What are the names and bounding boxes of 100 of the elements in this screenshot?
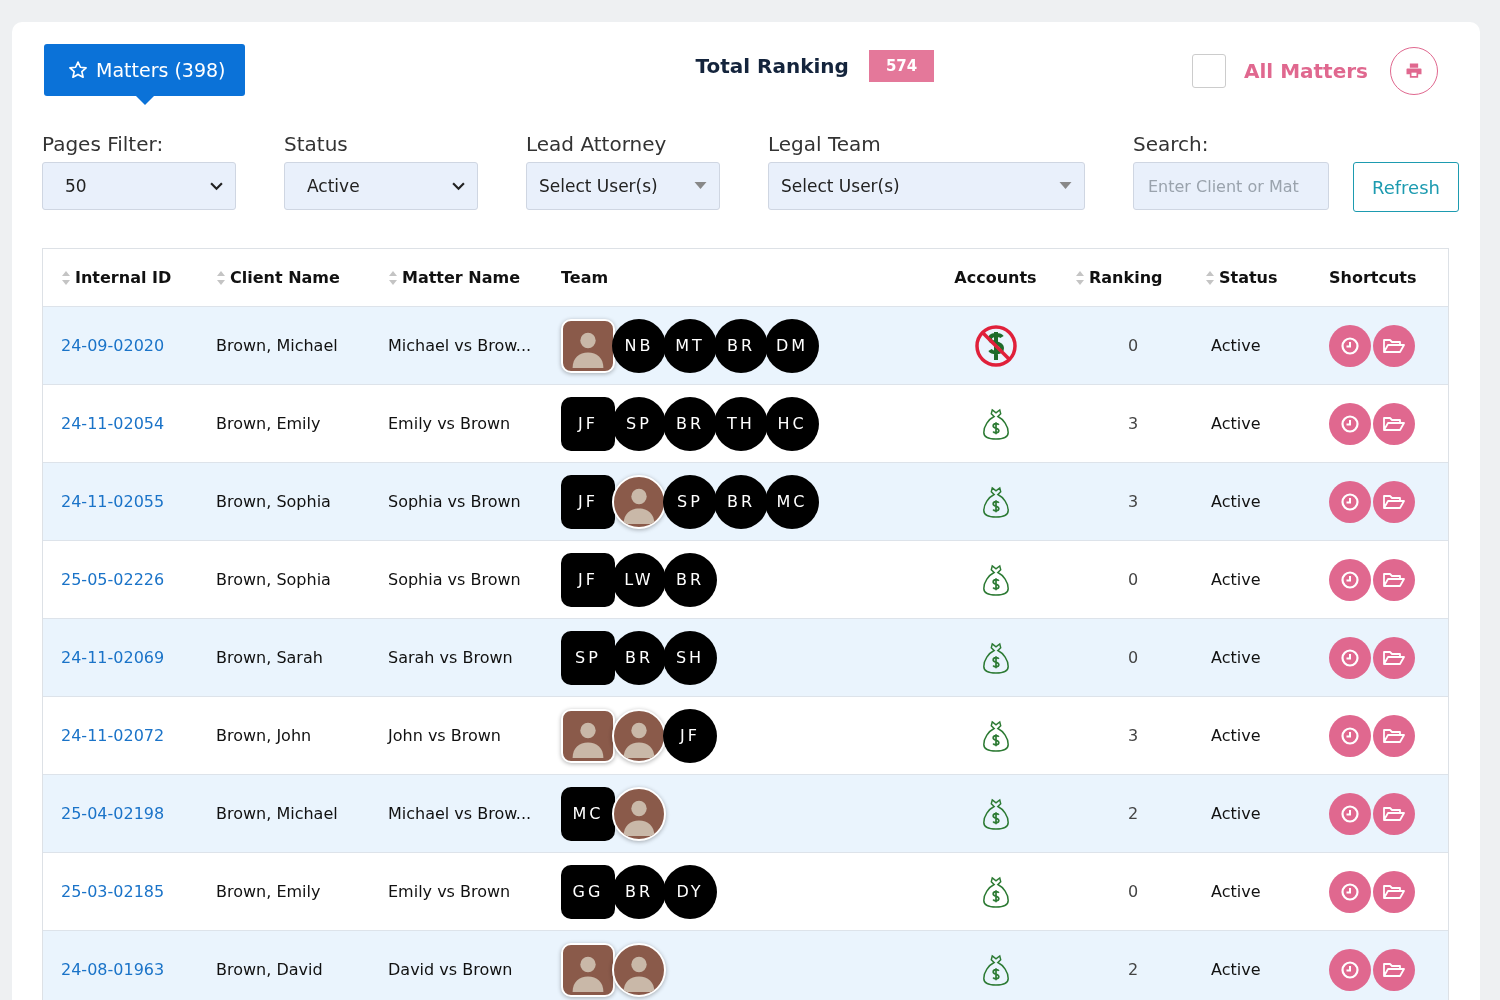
avatar-placeholder[interactable] xyxy=(612,708,666,763)
team-member-initials[interactable]: HC xyxy=(765,396,819,451)
money-bag-icon[interactable] xyxy=(980,640,1011,675)
money-bag-icon[interactable] xyxy=(980,718,1011,753)
ranking-value: 0 xyxy=(1128,648,1139,667)
team-member-initials[interactable]: BR xyxy=(663,552,717,607)
avatar-placeholder[interactable] xyxy=(612,474,666,529)
client-name: Brown, John xyxy=(216,726,312,745)
team-member-initials[interactable]: NB xyxy=(612,318,666,373)
money-bag-icon[interactable] xyxy=(980,484,1011,519)
sort-icon[interactable] xyxy=(216,269,226,286)
team-member-initials[interactable]: BR xyxy=(663,396,717,451)
team-member-initials[interactable]: BR xyxy=(612,864,666,919)
team-member-initials[interactable]: MT xyxy=(663,318,717,373)
avatar-placeholder[interactable] xyxy=(561,942,615,997)
matter-id-link[interactable]: 24-11-02055 xyxy=(61,492,165,511)
filter-label: Legal Team xyxy=(768,132,882,156)
client-name: Brown, Emily xyxy=(216,882,321,901)
money-bag-icon[interactable] xyxy=(980,796,1011,831)
ranking-value: 2 xyxy=(1128,804,1139,823)
money-bag-icon[interactable] xyxy=(980,952,1011,987)
team-member-initials[interactable]: JF xyxy=(561,396,615,451)
star-icon xyxy=(68,60,88,80)
folder-button[interactable] xyxy=(1373,636,1415,679)
team-member-initials[interactable]: DM xyxy=(765,318,819,373)
matter-name: Sophia vs Brown xyxy=(388,570,521,589)
matter-name: Sarah vs Brown xyxy=(388,648,513,667)
user-select-dropdown[interactable]: Select User(s) xyxy=(526,162,720,210)
clock-button[interactable] xyxy=(1329,402,1371,445)
user-select-dropdown[interactable]: Select User(s) xyxy=(768,162,1085,210)
clock-icon xyxy=(1340,491,1360,512)
matter-id-link[interactable]: 25-03-02185 xyxy=(61,882,165,901)
matter-id-link[interactable]: 25-05-02226 xyxy=(61,570,165,589)
team-member-initials[interactable]: SP xyxy=(561,630,615,685)
status-text: Active xyxy=(1211,882,1261,901)
filter-label: Search: xyxy=(1133,132,1210,156)
clock-button[interactable] xyxy=(1329,792,1371,835)
folder-button[interactable] xyxy=(1373,948,1415,991)
folder-button[interactable] xyxy=(1373,714,1415,757)
column-header: Status xyxy=(1219,268,1278,287)
matter-name: Emily vs Brown xyxy=(388,882,511,901)
matter-id-link[interactable]: 24-11-02069 xyxy=(61,648,165,667)
all-matters-checkbox[interactable] xyxy=(1192,54,1226,88)
sort-icon[interactable] xyxy=(61,269,71,286)
clock-button[interactable] xyxy=(1329,948,1371,991)
matter-name: Michael vs Brow... xyxy=(388,336,532,355)
matter-id-link[interactable]: 24-11-02072 xyxy=(61,726,165,745)
clock-button[interactable] xyxy=(1329,480,1371,523)
team-member-initials[interactable]: MC xyxy=(561,786,615,841)
printer-icon xyxy=(1404,61,1424,81)
team-member-initials[interactable]: SH xyxy=(663,630,717,685)
clock-button[interactable] xyxy=(1329,324,1371,367)
team-member-initials[interactable]: SP xyxy=(663,474,717,529)
clock-button[interactable] xyxy=(1329,870,1371,913)
clock-icon xyxy=(1340,335,1360,356)
team-member-initials[interactable]: GG xyxy=(561,864,615,919)
team-member-initials[interactable]: JF xyxy=(663,708,717,763)
client-name: Brown, Emily xyxy=(216,414,321,433)
team-member-initials[interactable]: JF xyxy=(561,552,615,607)
matter-id-link[interactable]: 25-04-02198 xyxy=(61,804,165,823)
chevron-down-icon xyxy=(452,181,465,191)
sort-icon[interactable] xyxy=(1205,269,1215,286)
team-member-initials[interactable]: TH xyxy=(714,396,768,451)
avatar-placeholder[interactable] xyxy=(612,786,666,841)
print-button[interactable] xyxy=(1390,47,1438,95)
matter-id-link[interactable]: 24-08-01963 xyxy=(61,960,165,979)
folder-button[interactable] xyxy=(1373,480,1415,523)
money-bag-icon[interactable] xyxy=(980,562,1011,597)
folder-button[interactable] xyxy=(1373,324,1415,367)
matter-id-link[interactable]: 24-09-02020 xyxy=(61,336,165,355)
filter-label: Lead Attorney xyxy=(526,132,668,156)
folder-button[interactable] xyxy=(1373,870,1415,913)
team-member-initials[interactable]: BR xyxy=(714,474,768,529)
team-member-initials[interactable]: SP xyxy=(612,396,666,451)
sort-icon[interactable] xyxy=(388,269,398,286)
folder-button[interactable] xyxy=(1373,558,1415,601)
clock-button[interactable] xyxy=(1329,636,1371,679)
search-field[interactable]: Enter Client or Mat xyxy=(1133,162,1329,210)
team-member-initials[interactable]: DY xyxy=(663,864,717,919)
filter-dropdown[interactable]: Active xyxy=(284,162,478,210)
ranking-value: 2 xyxy=(1128,960,1139,979)
column-header: Team xyxy=(561,268,609,287)
team-member-initials[interactable]: BR xyxy=(612,630,666,685)
clock-button[interactable] xyxy=(1329,558,1371,601)
sort-icon[interactable] xyxy=(1075,269,1085,286)
team-member-initials[interactable]: BR xyxy=(714,318,768,373)
clock-button[interactable] xyxy=(1329,714,1371,757)
folder-button[interactable] xyxy=(1373,792,1415,835)
money-bag-icon[interactable] xyxy=(980,874,1011,909)
matter-id-link[interactable]: 24-11-02054 xyxy=(61,414,165,433)
team-member-initials[interactable]: LW xyxy=(612,552,666,607)
avatar-placeholder[interactable] xyxy=(561,708,615,763)
column-header: Ranking xyxy=(1089,268,1163,287)
folder-button[interactable] xyxy=(1373,402,1415,445)
filter-label: Status xyxy=(284,132,349,156)
team-member-initials[interactable]: MC xyxy=(765,474,819,529)
money-bag-icon[interactable] xyxy=(980,406,1011,441)
team-member-initials[interactable]: JF xyxy=(561,474,615,529)
matter-name: David vs Brown xyxy=(388,960,513,979)
filter-dropdown[interactable]: 50 xyxy=(42,162,236,210)
